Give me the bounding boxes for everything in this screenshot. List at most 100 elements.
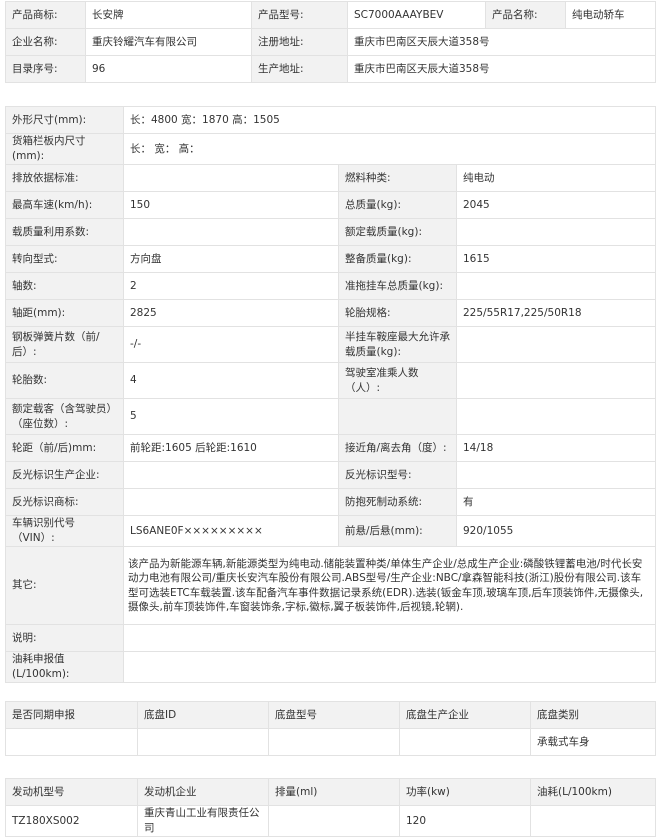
value-model: SC7000AAAYBEV — [347, 1, 486, 29]
spec-value: 2 — [123, 272, 339, 300]
spec-value: 长：4800 宽：1870 高：1505 — [123, 106, 656, 134]
spec-value: 2045 — [456, 191, 656, 219]
spec-value: 纯电动 — [456, 164, 656, 192]
spec-label — [338, 398, 457, 435]
label-prod-address: 生产地址: — [251, 55, 348, 83]
value-product-name: 纯电动轿车 — [565, 1, 656, 29]
table-row: 载质量利用系数: 额定载质量(kg): — [5, 218, 656, 246]
spec-value: 14/18 — [456, 434, 656, 462]
table-cell — [268, 805, 400, 837]
spec-label: 转向型式: — [5, 245, 124, 273]
table-row: 货箱栏板内尺寸(mm): 长： 宽： 高： — [5, 133, 656, 165]
specification-table: 外形尺寸(mm): 长：4800 宽：1870 高：1505 货箱栏板内尺寸(mm)… — [5, 106, 656, 683]
spec-label: 准拖挂车总质量(kg): — [338, 272, 457, 300]
spec-value: 方向盘 — [123, 245, 339, 273]
spec-label: 反光标识生产企业: — [5, 461, 124, 489]
spec-label: 半挂车鞍座最大允许承载质量(kg): — [338, 326, 457, 363]
spec-label: 外形尺寸(mm): — [5, 106, 124, 134]
label-company: 企业名称: — [5, 28, 86, 56]
spec-value: 有 — [456, 488, 656, 516]
table-cell: 重庆青山工业有限责任公司 — [137, 805, 269, 837]
spec-value — [123, 218, 339, 246]
spec-label: 其它: — [5, 546, 124, 625]
spec-value — [123, 651, 656, 683]
table-row: 轮距（前/后)mm: 前轮距:1605 后轮距:1610 接近角/离去角（度）: 14… — [5, 434, 656, 462]
value-catalog-no: 96 — [85, 55, 252, 83]
other-remarks: 该产品为新能源车辆,新能源类型为纯电动.储能装置种类/单体生产企业/总成生产企业… — [123, 546, 656, 625]
spec-label: 最高车速(km/h): — [5, 191, 124, 219]
spec-label: 排放依据标准: — [5, 164, 124, 192]
spec-value — [123, 624, 656, 652]
spec-label: 驾驶室准乘人数（人）: — [338, 362, 457, 399]
table-row: 承载式车身 — [5, 728, 656, 756]
label-model: 产品型号: — [251, 1, 348, 29]
table-row: 油耗申报值(L/100km): — [5, 651, 656, 683]
spec-label: 总质量(kg): — [338, 191, 457, 219]
header-cell: 排量(ml) — [268, 778, 400, 806]
header-cell: 底盘类别 — [530, 701, 656, 729]
table-row: 钢板弹簧片数（前/后）: -/- 半挂车鞍座最大允许承载质量(kg): — [5, 326, 656, 363]
spec-value — [456, 326, 656, 363]
spec-label: 整备质量(kg): — [338, 245, 457, 273]
table-cell — [5, 728, 138, 756]
spec-value: -/- — [123, 326, 339, 363]
header-cell: 油耗(L/100km) — [530, 778, 656, 806]
spec-value — [123, 488, 339, 516]
spec-label: 油耗申报值(L/100km): — [5, 651, 124, 683]
table-row: 企业名称: 重庆铃耀汽车有限公司 注册地址: 重庆市巴南区天辰大道358号 — [5, 28, 656, 56]
spec-label: 轴距(mm): — [5, 299, 124, 327]
header-cell: 发动机企业 — [137, 778, 269, 806]
table-row: 外形尺寸(mm): 长：4800 宽：1870 高：1505 — [5, 106, 656, 134]
table-row: 反光标识生产企业: 反光标识型号: — [5, 461, 656, 489]
table-row: 排放依据标准: 燃料种类: 纯电动 — [5, 164, 656, 192]
spec-value — [456, 461, 656, 489]
spec-value: LS6ANE0F××××××××× — [123, 515, 339, 547]
table-cell — [530, 805, 656, 837]
spec-value: 4 — [123, 362, 339, 399]
spec-label: 防抱死制动系统: — [338, 488, 457, 516]
value-prod-address: 重庆市巴南区天辰大道358号 — [347, 55, 656, 83]
table-header-row: 发动机型号 发动机企业 排量(ml) 功率(kw) 油耗(L/100km) — [5, 778, 656, 806]
header-cell: 底盘型号 — [268, 701, 400, 729]
table-cell: 承载式车身 — [530, 728, 656, 756]
header-cell: 底盘生产企业 — [399, 701, 531, 729]
spec-label: 说明: — [5, 624, 124, 652]
product-info-table: 产品商标: 长安牌 产品型号: SC7000AAAYBEV 产品名称: 纯电动轿… — [5, 1, 656, 83]
table-cell — [137, 728, 269, 756]
spec-value: 1615 — [456, 245, 656, 273]
table-row: 目录序号: 96 生产地址: 重庆市巴南区天辰大道358号 — [5, 55, 656, 83]
spec-label: 额定载质量(kg): — [338, 218, 457, 246]
label-product-name: 产品名称: — [485, 1, 566, 29]
spec-label: 载质量利用系数: — [5, 218, 124, 246]
header-cell: 发动机型号 — [5, 778, 138, 806]
table-cell — [268, 728, 400, 756]
engine-table: 发动机型号 发动机企业 排量(ml) 功率(kw) 油耗(L/100km) TZ… — [5, 778, 656, 837]
table-header-row: 是否同期申报 底盘ID 底盘型号 底盘生产企业 底盘类别 — [5, 701, 656, 729]
spec-label: 接近角/离去角（度）: — [338, 434, 457, 462]
spec-label: 燃料种类: — [338, 164, 457, 192]
table-row: 最高车速(km/h): 150 总质量(kg): 2045 — [5, 191, 656, 219]
header-cell: 是否同期申报 — [5, 701, 138, 729]
table-row: 说明: — [5, 624, 656, 652]
spec-label: 反光标识型号: — [338, 461, 457, 489]
value-reg-address: 重庆市巴南区天辰大道358号 — [347, 28, 656, 56]
spec-label: 前悬/后悬(mm): — [338, 515, 457, 547]
chassis-table: 是否同期申报 底盘ID 底盘型号 底盘生产企业 底盘类别 承载式车身 — [5, 701, 656, 756]
table-row: 反光标识商标: 防抱死制动系统: 有 — [5, 488, 656, 516]
spec-value — [456, 218, 656, 246]
spec-label: 轴数: — [5, 272, 124, 300]
spec-value — [456, 272, 656, 300]
spec-label: 货箱栏板内尺寸(mm): — [5, 133, 124, 165]
spec-label: 轮胎规格: — [338, 299, 457, 327]
table-row: 轴数: 2 准拖挂车总质量(kg): — [5, 272, 656, 300]
table-row: 产品商标: 长安牌 产品型号: SC7000AAAYBEV 产品名称: 纯电动轿… — [5, 1, 656, 29]
spec-label: 额定载客（含驾驶员）（座位数）: — [5, 398, 124, 435]
table-cell: 120 — [399, 805, 531, 837]
table-row: 车辆识别代号（VIN）: LS6ANE0F××××××××× 前悬/后悬(mm): 9… — [5, 515, 656, 547]
table-row: 转向型式: 方向盘 整备质量(kg): 1615 — [5, 245, 656, 273]
spec-value — [456, 362, 656, 399]
spec-label: 反光标识商标: — [5, 488, 124, 516]
table-row: TZ180XS002 重庆青山工业有限责任公司 120 — [5, 805, 656, 837]
header-cell: 功率(kw) — [399, 778, 531, 806]
spec-value: 150 — [123, 191, 339, 219]
